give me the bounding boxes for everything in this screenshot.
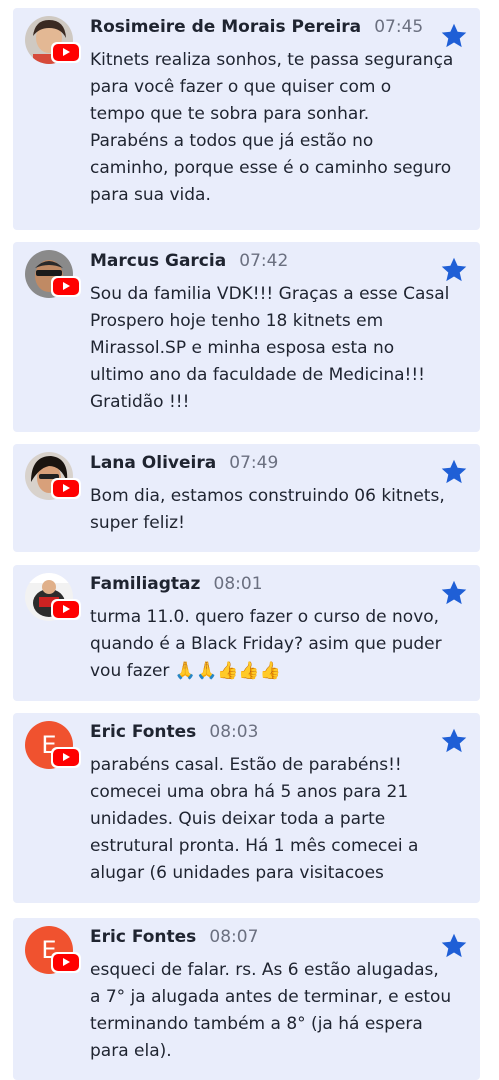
author-name: Eric Fontes xyxy=(90,927,197,947)
youtube-icon xyxy=(51,747,81,768)
comment-line: quando é a Black Friday? asim que puder xyxy=(90,634,442,654)
comment-card: Familiagtaz 08:01 turma 11.0. quero faze… xyxy=(13,565,480,701)
comment-line: tempo que te sobra para sonhar. xyxy=(90,104,370,124)
comment-header: Eric Fontes 08:03 xyxy=(90,722,258,748)
comment-text: turma 11.0. quero fazer o curso de novo,… xyxy=(90,604,475,685)
comment-text: parabéns casal. Estão de parabéns!! come… xyxy=(90,752,475,887)
comment-text: Sou da familia VDK!!! Graças a esse Casa… xyxy=(90,281,475,416)
star-icon[interactable] xyxy=(440,727,468,755)
comment-header: Familiagtaz 08:01 xyxy=(90,574,263,600)
comment-line: vou fazer 🙏🙏👍👍👍 xyxy=(90,661,281,681)
comment-line: estrutural pronta. Há 1 mês comecei a xyxy=(90,836,419,856)
avatar: E xyxy=(25,721,85,781)
youtube-icon xyxy=(51,276,81,297)
comment-header: Rosimeire de Morais Pereira 07:45 xyxy=(90,17,423,43)
comment-line: unidades. Quis deixar toda a parte xyxy=(90,809,386,829)
star-icon[interactable] xyxy=(440,458,468,486)
comment-card: Lana Oliveira 07:49 Bom dia, estamos con… xyxy=(13,444,480,552)
avatar xyxy=(25,452,85,512)
youtube-icon xyxy=(51,42,81,63)
comment-header: Eric Fontes 08:07 xyxy=(90,927,258,953)
comment-line: Mirassol.SP e minha esposa esta no xyxy=(90,338,395,358)
author-name: Marcus Garcia xyxy=(90,251,227,271)
comment-line: comecei uma obra há 5 anos para 21 xyxy=(90,782,409,802)
author-name: Rosimeire de Morais Pereira xyxy=(90,17,362,37)
avatar xyxy=(25,573,85,633)
comment-feed: Rosimeire de Morais Pereira 07:45 Kitnet… xyxy=(0,0,499,1080)
comment-card: E Eric Fontes 08:03 parabéns casal. Estã… xyxy=(13,713,480,903)
avatar: E xyxy=(25,926,85,986)
star-icon[interactable] xyxy=(440,22,468,50)
avatar xyxy=(25,250,85,310)
author-name: Lana Oliveira xyxy=(90,453,217,473)
comment-line: para ela). xyxy=(90,1041,172,1061)
comment-card: Rosimeire de Morais Pereira 07:45 Kitnet… xyxy=(13,8,480,230)
comment-line: Prospero hoje tenho 18 kitnets em xyxy=(90,311,384,331)
comment-line: super feliz! xyxy=(90,513,185,533)
comment-header: Lana Oliveira 07:49 xyxy=(90,453,278,479)
author-name: Eric Fontes xyxy=(90,722,197,742)
comment-line: a 7° ja alugada antes de terminar, e est… xyxy=(90,987,452,1007)
comment-line: Kitnets realiza sonhos, te passa seguran… xyxy=(90,50,454,70)
star-icon[interactable] xyxy=(440,256,468,284)
youtube-icon xyxy=(51,952,81,973)
comment-line: caminho, porque esse é o caminho seguro xyxy=(90,158,452,178)
comment-text: esqueci de falar. rs. As 6 estão alugada… xyxy=(90,957,475,1065)
comment-line: Sou da familia VDK!!! Graças a esse Casa… xyxy=(90,284,450,304)
comment-time: 08:07 xyxy=(209,927,259,947)
author-name: Familiagtaz xyxy=(90,574,201,594)
star-icon[interactable] xyxy=(440,579,468,607)
comment-line: para você fazer o que quiser com o xyxy=(90,77,392,97)
comment-line: Bom dia, estamos construindo 06 kitnets, xyxy=(90,486,445,506)
avatar xyxy=(25,16,85,76)
youtube-icon xyxy=(51,478,81,499)
comment-line: parabéns casal. Estão de parabéns!! xyxy=(90,755,402,775)
comment-line: alugar (6 unidades para visitacoes xyxy=(90,863,384,883)
comment-line: ultimo ano da faculdade de Medicina!!! xyxy=(90,365,425,385)
star-icon[interactable] xyxy=(440,932,468,960)
comment-line: turma 11.0. quero fazer o curso de novo, xyxy=(90,607,440,627)
comment-line: esqueci de falar. rs. As 6 estão alugada… xyxy=(90,960,439,980)
comment-card: Marcus Garcia 07:42 Sou da familia VDK!!… xyxy=(13,242,480,432)
comment-time: 08:01 xyxy=(213,574,263,594)
comment-line: Gratidão !!! xyxy=(90,392,190,412)
comment-text: Kitnets realiza sonhos, te passa seguran… xyxy=(90,47,475,209)
comment-header: Marcus Garcia 07:42 xyxy=(90,251,288,277)
youtube-icon xyxy=(51,599,81,620)
comment-time: 07:45 xyxy=(374,17,424,37)
comment-time: 07:49 xyxy=(229,453,279,473)
comment-line: para sua vida. xyxy=(90,185,211,205)
comment-line: terminando também a 8° (ja há espera xyxy=(90,1014,423,1034)
comment-text: Bom dia, estamos construindo 06 kitnets,… xyxy=(90,483,475,537)
comment-card: E Eric Fontes 08:07 esqueci de falar. rs… xyxy=(13,918,480,1080)
comment-line: Parabéns a todos que já estão no xyxy=(90,131,374,151)
comment-time: 08:03 xyxy=(209,722,259,742)
comment-time: 07:42 xyxy=(239,251,289,271)
